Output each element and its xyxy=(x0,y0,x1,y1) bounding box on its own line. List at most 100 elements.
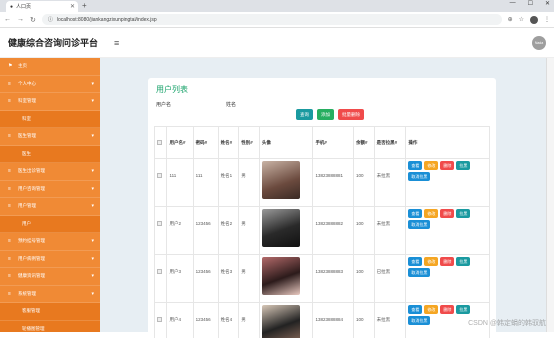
menu-bullet-icon: ≡ xyxy=(8,256,18,262)
unblacklist-button[interactable]: 取消拉黑 xyxy=(408,220,430,229)
column-header: 余额# xyxy=(354,127,375,159)
username-cell: 111 xyxy=(167,159,193,207)
sidebar-item-11[interactable]: ≡用户病例管理▾ xyxy=(0,251,100,269)
chevron-down-icon: ▾ xyxy=(91,291,94,297)
gender-cell: 男 xyxy=(239,159,260,207)
user-photo xyxy=(262,161,300,199)
view-button[interactable]: 查看 xyxy=(408,209,422,218)
scrollbar[interactable] xyxy=(546,58,554,332)
row-checkbox[interactable] xyxy=(157,221,162,226)
app-title: 健康综合咨询问诊平台 xyxy=(8,36,98,49)
view-button[interactable]: 查看 xyxy=(408,257,422,266)
browser-tab-strip: ● 人口页 ✕ + — ☐ ✕ xyxy=(0,0,554,12)
column-header[interactable] xyxy=(155,127,167,159)
unblacklist-button[interactable]: 取消拉黑 xyxy=(408,172,430,181)
sidebar-item-12[interactable]: ≡健康资讯管理▾ xyxy=(0,268,100,286)
row-checkbox[interactable] xyxy=(157,269,162,274)
menu-bullet-icon: ≡ xyxy=(8,203,18,209)
row-checkbox[interactable] xyxy=(157,173,162,178)
sidebar-item-7[interactable]: ≡用户咨询管理▾ xyxy=(0,181,100,199)
edit-button[interactable]: 修改 xyxy=(424,257,438,266)
minimize-icon[interactable]: — xyxy=(510,0,516,7)
sidebar-item-15[interactable]: 轮播图管理 xyxy=(0,321,100,333)
password-cell: 123456 xyxy=(193,207,218,255)
sidebar-item-5[interactable]: 医生 xyxy=(0,146,100,164)
url-input[interactable]: ⓘ localhost:8080/jiankangzixunpingtai/in… xyxy=(42,14,502,25)
sidebar-item-1[interactable]: ≡个人中心▾ xyxy=(0,76,100,94)
maximize-icon[interactable]: ☐ xyxy=(528,0,533,7)
chevron-down-icon: ▾ xyxy=(91,98,94,104)
browser-tab[interactable]: ● 人口页 ✕ xyxy=(6,1,78,12)
balance-cell: 100 xyxy=(354,207,375,255)
sidebar-item-3[interactable]: 科室 xyxy=(0,111,100,129)
user-avatar[interactable]: Nada xyxy=(532,36,546,50)
delete-button[interactable]: 删除 xyxy=(440,305,454,314)
menu-bullet-icon: ≡ xyxy=(8,81,18,87)
blacklist-button[interactable]: 拉黑 xyxy=(456,305,470,314)
chevron-down-icon: ▾ xyxy=(91,203,94,209)
edit-button[interactable]: 修改 xyxy=(424,209,438,218)
close-window-icon[interactable]: ✕ xyxy=(545,0,550,7)
sidebar-item-0[interactable]: ⚑主页 xyxy=(0,58,100,76)
phone-cell: 13823888883 xyxy=(313,255,354,303)
sidebar-item-label: 轮播图管理 xyxy=(22,326,45,332)
profile-icon[interactable] xyxy=(530,16,538,24)
gender-cell: 男 xyxy=(239,303,260,338)
sidebar-item-label: 系统管理 xyxy=(18,291,36,297)
info-icon[interactable]: ⓘ xyxy=(48,16,53,23)
sidebar-item-label: 用户病例管理 xyxy=(18,256,45,262)
unblacklist-button[interactable]: 取消拉黑 xyxy=(408,268,430,277)
sidebar-item-8[interactable]: ≡用户管理▾ xyxy=(0,198,100,216)
delete-button[interactable]: 删除 xyxy=(440,209,454,218)
delete-button[interactable]: 删除 xyxy=(440,161,454,170)
bookmark-star-icon[interactable]: ☆ xyxy=(519,16,524,23)
menu-bullet-icon: ≡ xyxy=(8,273,18,279)
row-select-cell xyxy=(155,207,167,255)
balance-cell: 100 xyxy=(354,255,375,303)
sidebar-item-9[interactable]: 用户 xyxy=(0,216,100,234)
forward-icon[interactable]: → xyxy=(17,16,24,23)
close-tab-icon[interactable]: ✕ xyxy=(70,3,75,10)
row-select-cell xyxy=(155,255,167,303)
view-button[interactable]: 查看 xyxy=(408,161,422,170)
menu-icon[interactable]: ⋮ xyxy=(544,16,550,23)
blacklist-button[interactable]: 拉黑 xyxy=(456,257,470,266)
sidebar-item-label: 健康资讯管理 xyxy=(18,273,45,279)
edit-button[interactable]: 修改 xyxy=(424,305,438,314)
zoom-icon[interactable]: ⊕ xyxy=(508,16,513,23)
query-button[interactable]: 查询 xyxy=(296,109,313,120)
sidebar-item-2[interactable]: ≡科室管理▾ xyxy=(0,93,100,111)
search-row: 用户名 姓名 查询 添加 批量删除 xyxy=(156,101,490,120)
back-icon[interactable]: ← xyxy=(4,16,11,23)
blacklist-button[interactable]: 拉黑 xyxy=(456,161,470,170)
add-button[interactable]: 添加 xyxy=(317,109,334,120)
ops-cell: 查看修改删除拉黑取消拉黑 xyxy=(406,207,490,255)
reload-icon[interactable]: ↻ xyxy=(30,16,36,24)
sidebar-item-4[interactable]: ≡医生管理▾ xyxy=(0,128,100,146)
sidebar-item-label: 医生 xyxy=(22,151,31,157)
delete-button[interactable]: 删除 xyxy=(440,257,454,266)
user-photo xyxy=(262,209,300,247)
password-cell: 111 xyxy=(193,159,218,207)
batch-delete-button[interactable]: 批量删除 xyxy=(338,109,364,120)
username-cell: 用户4 xyxy=(167,303,193,338)
unblacklist-button[interactable]: 取消拉黑 xyxy=(408,316,430,325)
column-header: 性别# xyxy=(239,127,260,159)
sidebar-item-13[interactable]: ≡系统管理▾ xyxy=(0,286,100,304)
phone-cell: 13823888881 xyxy=(313,159,354,207)
sidebar-item-14[interactable]: 客服管理 xyxy=(0,303,100,321)
hamburger-icon[interactable]: ≡ xyxy=(114,38,119,48)
new-tab-icon[interactable]: + xyxy=(82,1,87,10)
edit-button[interactable]: 修改 xyxy=(424,161,438,170)
row-checkbox[interactable] xyxy=(157,317,162,322)
username-input[interactable] xyxy=(156,112,222,120)
blacklist-button[interactable]: 拉黑 xyxy=(456,209,470,218)
url-text: localhost:8080/jiankangzixunpingtai/inde… xyxy=(57,17,157,23)
name-input[interactable] xyxy=(226,112,292,120)
sidebar-item-6[interactable]: ≡医生出诊管理▾ xyxy=(0,163,100,181)
select-all-checkbox[interactable] xyxy=(157,140,162,145)
photo-cell xyxy=(259,255,313,303)
view-button[interactable]: 查看 xyxy=(408,305,422,314)
sidebar-item-10[interactable]: ≡预约挂号管理▾ xyxy=(0,233,100,251)
column-header: 姓名# xyxy=(218,127,239,159)
